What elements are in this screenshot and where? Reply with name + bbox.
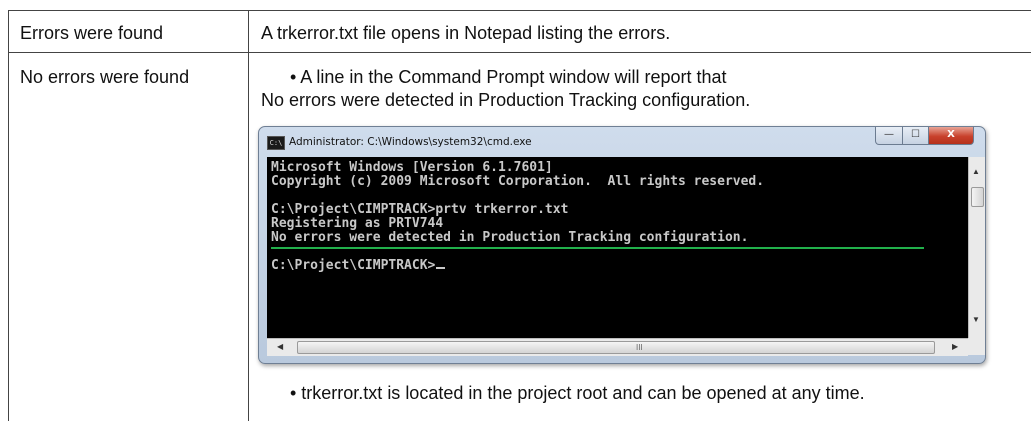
console-line-version: Microsoft Windows [Version 6.1.7601]	[271, 160, 553, 175]
highlight-underline	[271, 247, 924, 249]
vertical-scrollbar[interactable]: ▲ ▼	[968, 157, 985, 338]
scroll-left-arrow-icon[interactable]: ◀	[277, 342, 283, 351]
console-line-prompt: C:\Project\CIMPTRACK>	[271, 258, 446, 273]
cmd-titlebar: C:\ Administrator: C:\Windows\system32\c…	[259, 127, 985, 157]
scroll-right-arrow-icon[interactable]: ▶	[952, 342, 958, 351]
horizontal-scrollbar[interactable]: ◀ III ▶	[267, 338, 968, 356]
console-line-copyright: Copyright (c) 2009 Microsoft Corporation…	[271, 174, 765, 189]
command-prompt-window: C:\ Administrator: C:\Windows\system32\c…	[258, 126, 986, 364]
cmd-window-title: Administrator: C:\Windows\system32\cmd.e…	[289, 136, 532, 148]
console-line-no-errors: No errors were detected in Production Tr…	[271, 230, 749, 245]
maximize-button[interactable]: ☐	[902, 127, 929, 145]
bullet-command-prompt-report: • A line in the Command Prompt window wi…	[290, 67, 727, 87]
close-button[interactable]: X	[928, 127, 974, 145]
row-no-errors-condition: No errors were found	[20, 67, 190, 87]
resize-grip-icon[interactable]	[968, 338, 985, 355]
scroll-up-arrow-icon[interactable]: ▲	[972, 167, 980, 176]
table-top-border	[8, 10, 1031, 11]
scroll-down-arrow-icon[interactable]: ▼	[972, 315, 980, 324]
table-column-divider	[248, 10, 249, 421]
scroll-grip-icon: III	[636, 343, 643, 352]
table-row-divider	[8, 52, 1031, 53]
horizontal-scroll-thumb[interactable]: III	[297, 341, 935, 354]
console-line-command: C:\Project\CIMPTRACK>prtv trkerror.txt	[271, 202, 569, 217]
minimize-button[interactable]: —	[875, 127, 903, 145]
bullet-trkerror-location: • trkerror.txt is located in the project…	[290, 383, 865, 403]
prompt-text: C:\Project\CIMPTRACK>	[271, 258, 436, 273]
row-errors-result: A trkerror.txt file opens in Notepad lis…	[261, 23, 671, 43]
table-left-border	[8, 10, 9, 421]
row-errors-condition: Errors were found	[20, 23, 164, 43]
console-line-registering: Registering as PRTV744	[271, 216, 444, 231]
text-cursor	[436, 267, 446, 269]
no-errors-message-line: No errors were detected in Production Tr…	[261, 90, 751, 110]
cmd-console-area[interactable]: Microsoft Windows [Version 6.1.7601] Cop…	[267, 157, 968, 338]
cmd-app-icon: C:\	[267, 136, 285, 150]
vertical-scroll-thumb[interactable]	[971, 187, 984, 207]
